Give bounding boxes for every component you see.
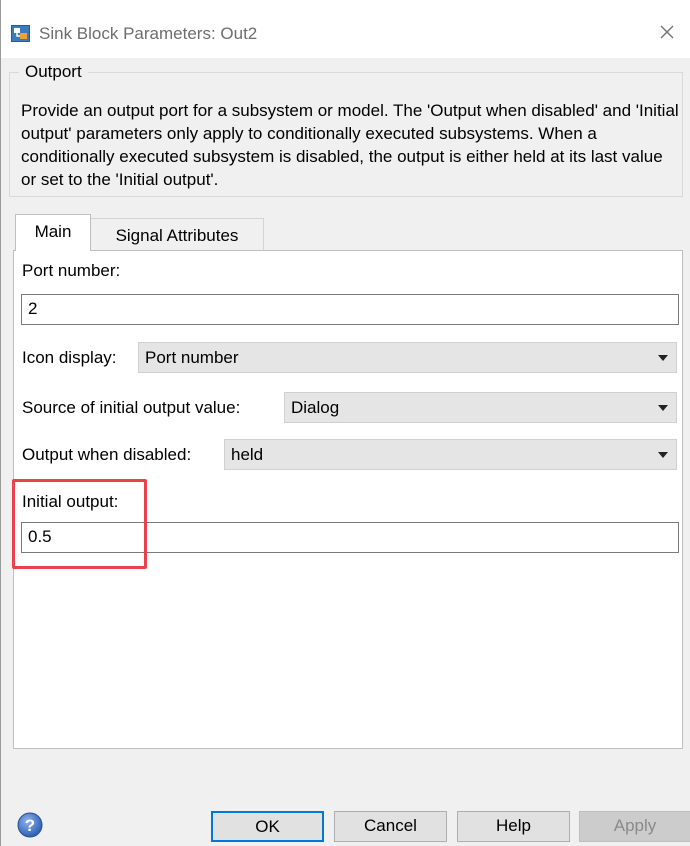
output-disabled-select[interactable]: held [224, 439, 677, 470]
icon-display-select[interactable]: Port number [138, 342, 677, 373]
ok-button[interactable]: OK [211, 811, 324, 842]
chevron-down-icon [658, 355, 668, 361]
output-disabled-value: held [231, 445, 264, 464]
port-number-label: Port number: [22, 261, 121, 280]
source-initial-value: Dialog [291, 398, 340, 417]
dialog-window: Sink Block Parameters: Out2 Outport Prov… [0, 0, 690, 846]
output-disabled-label: Output when disabled: [22, 445, 192, 464]
chevron-down-icon [658, 405, 668, 411]
group-legend: Outport [19, 62, 88, 82]
window-title: Sink Block Parameters: Out2 [39, 24, 258, 43]
source-initial-label: Source of initial output value: [22, 398, 241, 417]
title-bar: Sink Block Parameters: Out2 [1, 0, 690, 58]
source-initial-select[interactable]: Dialog [284, 392, 677, 423]
tab-main[interactable]: Main [15, 214, 91, 251]
icon-display-label: Icon display: [22, 348, 117, 367]
help-icon[interactable]: ? [17, 812, 43, 838]
initial-output-label: Initial output: [22, 492, 119, 511]
apply-button[interactable]: Apply [579, 811, 690, 842]
close-icon[interactable] [655, 20, 679, 44]
initial-output-field[interactable]: 0.5 [21, 522, 679, 553]
port-number-field[interactable]: 2 [21, 294, 679, 325]
help-button[interactable]: Help [457, 811, 570, 842]
simulink-block-icon [11, 25, 30, 42]
icon-display-value: Port number [145, 348, 239, 367]
chevron-down-icon [658, 452, 668, 458]
tab-signal-attributes[interactable]: Signal Attributes [90, 218, 264, 251]
cancel-button[interactable]: Cancel [334, 811, 447, 842]
block-description: Provide an output port for a subsystem o… [21, 101, 679, 189]
svg-text:?: ? [25, 816, 35, 835]
